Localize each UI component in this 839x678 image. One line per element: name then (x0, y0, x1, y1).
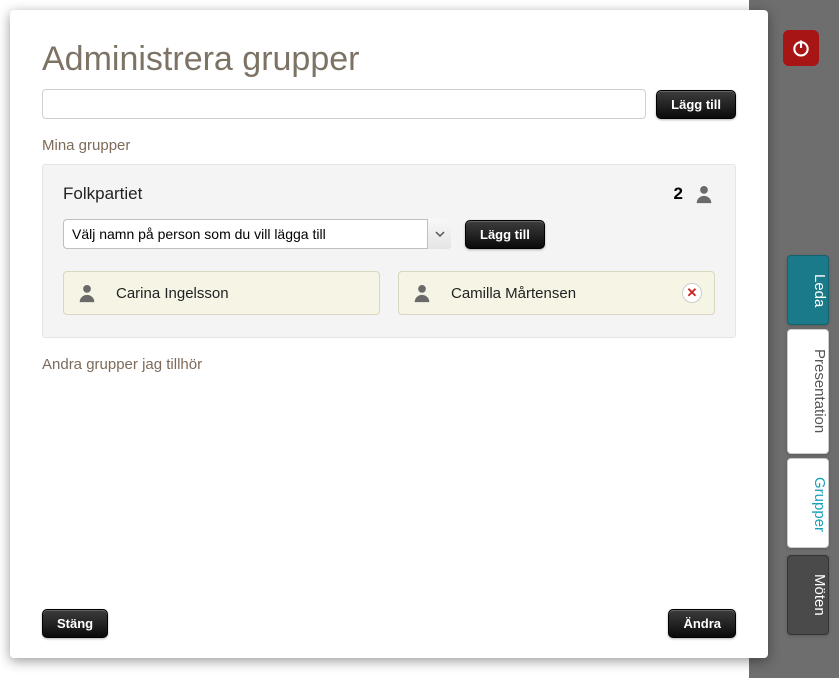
members-list: Carina Ingelsson Camilla Mårtensen ✕ (63, 271, 715, 315)
power-icon (791, 38, 811, 58)
member-name: Camilla Mårtensen (451, 285, 576, 302)
my-groups-label: Mina grupper (42, 137, 736, 154)
side-tab-label: Grupper (811, 477, 828, 532)
group-header: Folkpartiet 2 (63, 183, 715, 205)
person-icon (693, 183, 715, 205)
person-icon (411, 282, 433, 304)
add-person-button[interactable]: Lägg till (465, 220, 545, 249)
member-name: Carina Ingelsson (116, 285, 229, 302)
side-tab-label: Leda (811, 274, 828, 307)
member-card: Carina Ingelsson (63, 271, 380, 315)
side-tab-moten[interactable]: Möten (787, 555, 829, 635)
new-group-row: Lägg till (42, 89, 736, 119)
side-tab-presentation[interactable]: Presentation (787, 329, 829, 454)
dialog-footer: Stäng Ändra (42, 609, 736, 638)
side-tab-grupper[interactable]: Grupper (787, 458, 829, 548)
new-group-input[interactable] (42, 89, 646, 119)
change-button[interactable]: Ändra (668, 609, 736, 638)
side-tab-leda[interactable]: Leda (787, 255, 829, 325)
member-card: Camilla Mårtensen ✕ (398, 271, 715, 315)
other-groups-label: Andra grupper jag tillhör (42, 356, 736, 373)
person-select[interactable]: Välj namn på person som du vill lägga ti… (63, 219, 451, 249)
manage-groups-dialog: Administrera grupper Lägg till Mina grup… (10, 10, 768, 658)
group-name: Folkpartiet (63, 184, 142, 204)
dialog-title: Administrera grupper (42, 40, 736, 79)
person-icon (76, 282, 98, 304)
add-group-button[interactable]: Lägg till (656, 90, 736, 119)
add-person-row: Välj namn på person som du vill lägga ti… (63, 219, 715, 249)
power-button[interactable] (783, 30, 819, 66)
group-card: Folkpartiet 2 Välj namn på person som du… (42, 164, 736, 338)
remove-member-button[interactable]: ✕ (682, 283, 702, 303)
close-icon: ✕ (687, 285, 698, 301)
group-member-count: 2 (674, 184, 683, 204)
close-button[interactable]: Stäng (42, 609, 108, 638)
person-select-wrap: Välj namn på person som du vill lägga ti… (63, 219, 451, 249)
side-tab-label: Presentation (811, 349, 828, 433)
side-tab-label: Möten (811, 574, 828, 616)
